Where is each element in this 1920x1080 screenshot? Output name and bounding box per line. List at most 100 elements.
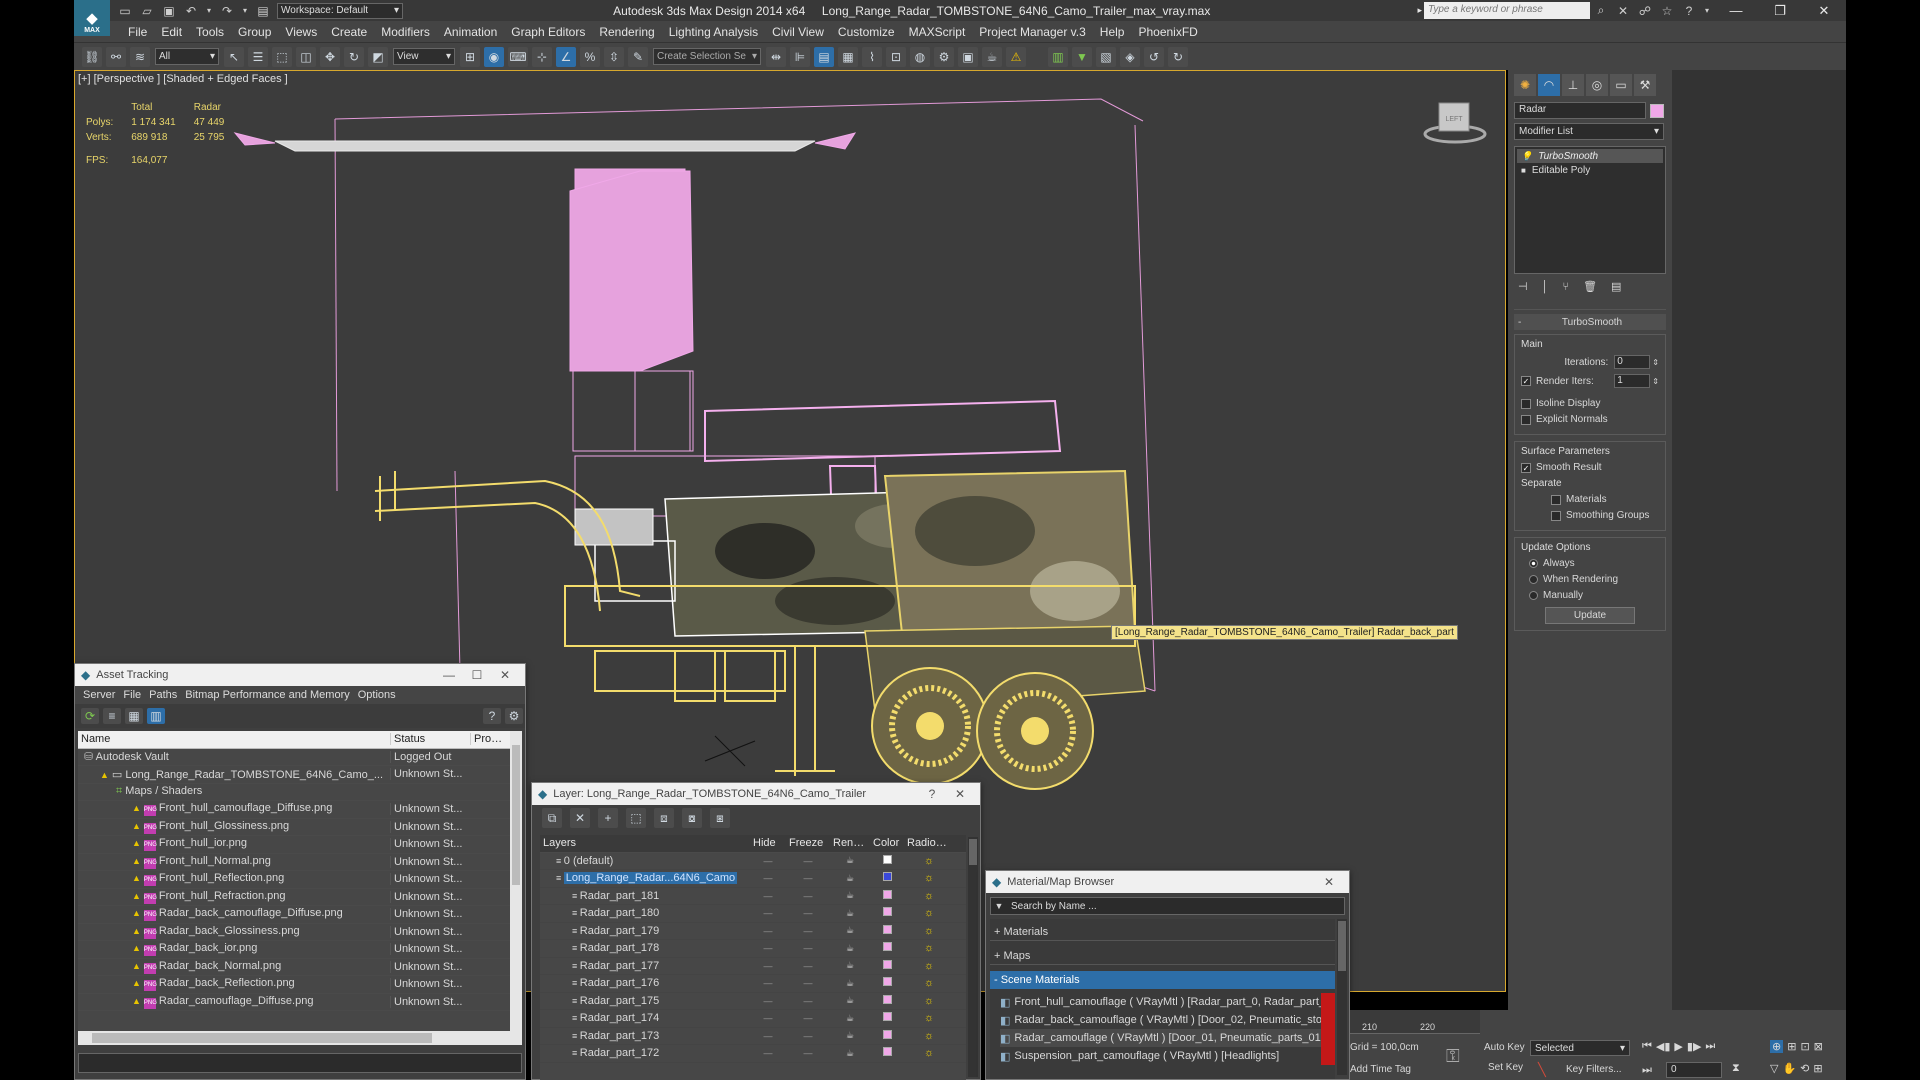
column-hide[interactable]: Hide [750, 837, 786, 849]
asset-row[interactable]: ▲ ▭ Long_Range_Radar_TOMBSTONE_64N6_Camo_… [78, 766, 522, 784]
scene-material-item[interactable]: ◧ Radar_camouflage ( VRayMtl ) [Door_01,… [1000, 1029, 1335, 1047]
make-unique-icon[interactable]: ⑂ [1562, 281, 1569, 293]
render-toggle-icon[interactable]: ☕ [830, 908, 870, 919]
material-editor-icon[interactable]: ◍ [910, 46, 930, 67]
scene-material-item[interactable]: ◧ Suspension_part_camouflage ( VRayMtl )… [1000, 1047, 1335, 1065]
radiosity-toggle-icon[interactable]: ☼ [904, 1030, 954, 1042]
menu-customize[interactable]: Customize [838, 25, 895, 39]
hide-toggle-icon[interactable]: — [750, 996, 786, 1006]
vray-frame-buffer-icon[interactable]: ◈ [1120, 46, 1140, 67]
asset-row[interactable]: ▲ PNG Front_hull_ior.png Unknown St... [78, 836, 522, 854]
radiosity-toggle-icon[interactable]: ☼ [904, 995, 954, 1007]
modify-tab-icon[interactable]: ◠ [1538, 74, 1560, 96]
radiosity-toggle-icon[interactable]: ☼ [904, 872, 954, 884]
rotate-icon[interactable]: ↻ [344, 46, 364, 67]
menu-create[interactable]: Create [331, 25, 367, 39]
menu-options[interactable]: Options [358, 689, 396, 701]
maximize-button[interactable]: ☐ [463, 668, 491, 682]
table-view-icon[interactable]: ▦ [125, 708, 143, 724]
favorites-star-icon[interactable]: ☆ [1659, 3, 1675, 19]
layer-row[interactable]: ≡ Radar_part_180— — ☕ ☼ [540, 905, 966, 923]
spinner-arrows-icon[interactable]: ⇕ [1652, 377, 1659, 386]
asset-row[interactable]: ▲ PNG Front_hull_Refraction.png Unknown St.… [78, 889, 522, 906]
layer-manager-titlebar[interactable]: ◆ Layer: Long_Range_Radar_TOMBSTONE_64N6… [532, 783, 980, 805]
layer-row[interactable]: ≡ Radar_part_179— — ☕ ☼ [540, 923, 966, 940]
orbit-icon[interactable]: ⟲ [1800, 1062, 1809, 1075]
asset-path-field[interactable] [78, 1053, 522, 1073]
help-icon[interactable]: ? [483, 708, 501, 724]
render-toggle-icon[interactable]: ☕ [830, 925, 870, 936]
key-filters-button[interactable]: Key Filters... [1566, 1064, 1622, 1075]
scene-material-item[interactable]: ◧ Front_hull_camouflage ( VRayMtl ) [Rad… [1000, 993, 1335, 1011]
remove-modifier-icon[interactable]: 🗑 [1583, 280, 1597, 293]
create-layer-icon[interactable]: ⧉ [542, 808, 562, 828]
column-freeze[interactable]: Freeze [786, 837, 830, 849]
redo-dropdown-icon[interactable]: ▾ [241, 3, 249, 19]
layer-row[interactable]: ≡ Long_Range_Radar...64N6_Camo — — ☕ ☼ [540, 870, 966, 888]
layer-row[interactable]: ≡ Radar_part_178— — ☕ ☼ [540, 940, 966, 958]
column-layers[interactable]: Layers [540, 837, 750, 849]
hide-toggle-icon[interactable]: — [750, 1013, 786, 1023]
layer-row[interactable]: ≡ Radar_part_172— — ☕ ☼ [540, 1045, 966, 1063]
hide-toggle-icon[interactable]: — [750, 1031, 786, 1041]
hide-toggle-icon[interactable]: — [750, 856, 786, 866]
column-name[interactable]: Name [78, 733, 390, 745]
render-iters-checkbox[interactable]: ✓ [1521, 376, 1531, 386]
modifier-list-dropdown[interactable]: Modifier List ▾ [1514, 123, 1664, 140]
asset-tracking-titlebar[interactable]: ◆ Asset Tracking — ☐ ✕ [75, 664, 525, 686]
stack-item-turbosmooth[interactable]: 💡 TurboSmooth [1517, 149, 1663, 163]
smoothing-groups-checkbox[interactable] [1551, 510, 1561, 521]
menu-tools[interactable]: Tools [196, 25, 224, 39]
section-maps[interactable]: + Maps [990, 947, 1335, 965]
close-button[interactable]: ✕ [946, 787, 974, 801]
radiosity-toggle-icon[interactable]: ☼ [904, 890, 954, 902]
radiosity-toggle-icon[interactable]: ☼ [904, 855, 954, 867]
menu-file[interactable]: File [128, 25, 147, 39]
menu-bitmap-performance[interactable]: Bitmap Performance and Memory [185, 689, 349, 701]
time-config-icon[interactable]: ⧗ [1732, 1062, 1740, 1075]
asset-row[interactable]: ▲ PNG Front_hull_Normal.png Unknown St... [78, 854, 522, 871]
close-button[interactable]: ✕ [491, 668, 519, 682]
auto-key-button[interactable]: Auto Key [1484, 1042, 1525, 1053]
when-rendering-radio[interactable] [1529, 575, 1538, 584]
freeze-all-icon[interactable]: ⧆ [710, 808, 730, 828]
search-chevron-icon[interactable]: ▸ [1417, 5, 1422, 16]
grid-view-icon[interactable]: ▥ [147, 708, 165, 724]
freeze-toggle-icon[interactable]: — [786, 1048, 830, 1058]
ribbon-toggle-icon[interactable]: ▼ [1072, 46, 1092, 67]
radiosity-toggle-icon[interactable]: ☼ [904, 942, 954, 954]
vray-light-icon[interactable]: ↺ [1144, 46, 1164, 67]
isoline-display-checkbox[interactable] [1521, 398, 1531, 409]
hide-toggle-icon[interactable]: — [750, 908, 786, 918]
asset-row[interactable]: ▲ PNG Radar_back_ior.png Unknown St... [78, 941, 522, 959]
hide-toggle-icon[interactable]: — [750, 961, 786, 971]
zoom-extents-all-icon[interactable]: ⊠ [1814, 1040, 1823, 1053]
set-key-filter-icon[interactable]: ╲ [1538, 1062, 1546, 1078]
layer-row[interactable]: ≡ Radar_part_181— — ☕ ☼ [540, 888, 966, 905]
move-icon[interactable]: ✥ [320, 46, 340, 67]
freeze-toggle-icon[interactable]: — [786, 873, 830, 883]
app-logo[interactable]: ◆ MAX [74, 0, 110, 36]
layer-color-swatch[interactable] [870, 924, 904, 937]
freeze-toggle-icon[interactable]: — [786, 978, 830, 988]
manually-radio[interactable] [1529, 591, 1538, 600]
column-color[interactable]: Color [870, 837, 904, 849]
hide-all-icon[interactable]: ⧇ [682, 808, 702, 828]
freeze-toggle-icon[interactable]: — [786, 1013, 830, 1023]
always-radio[interactable] [1529, 559, 1538, 568]
create-tab-icon[interactable]: ✺ [1514, 74, 1536, 96]
radiosity-toggle-icon[interactable]: ☼ [904, 1012, 954, 1024]
menu-civil-view[interactable]: Civil View [772, 25, 824, 39]
viewport-label[interactable]: [+] [Perspective ] [Shaded + Edged Faces… [78, 73, 288, 85]
pin-stack-icon[interactable]: ⊣ [1518, 280, 1528, 293]
layer-color-swatch[interactable] [870, 872, 904, 884]
select-object-icon[interactable]: ↖ [224, 46, 244, 67]
bind-spacewarp-icon[interactable]: ≋ [130, 46, 150, 67]
maximize-button[interactable]: ❐ [1758, 0, 1802, 21]
turbosmooth-rollout-header[interactable]: - TurboSmooth [1514, 314, 1666, 330]
freeze-toggle-icon[interactable]: — [786, 996, 830, 1006]
asset-row[interactable]: ⛁ Autodesk Vault Logged Out [78, 749, 522, 766]
named-selection-dropdown[interactable]: Create Selection Se ▾ [653, 48, 761, 65]
next-frame-icon[interactable]: ▮▶ [1687, 1040, 1702, 1053]
menu-group[interactable]: Group [238, 25, 271, 39]
